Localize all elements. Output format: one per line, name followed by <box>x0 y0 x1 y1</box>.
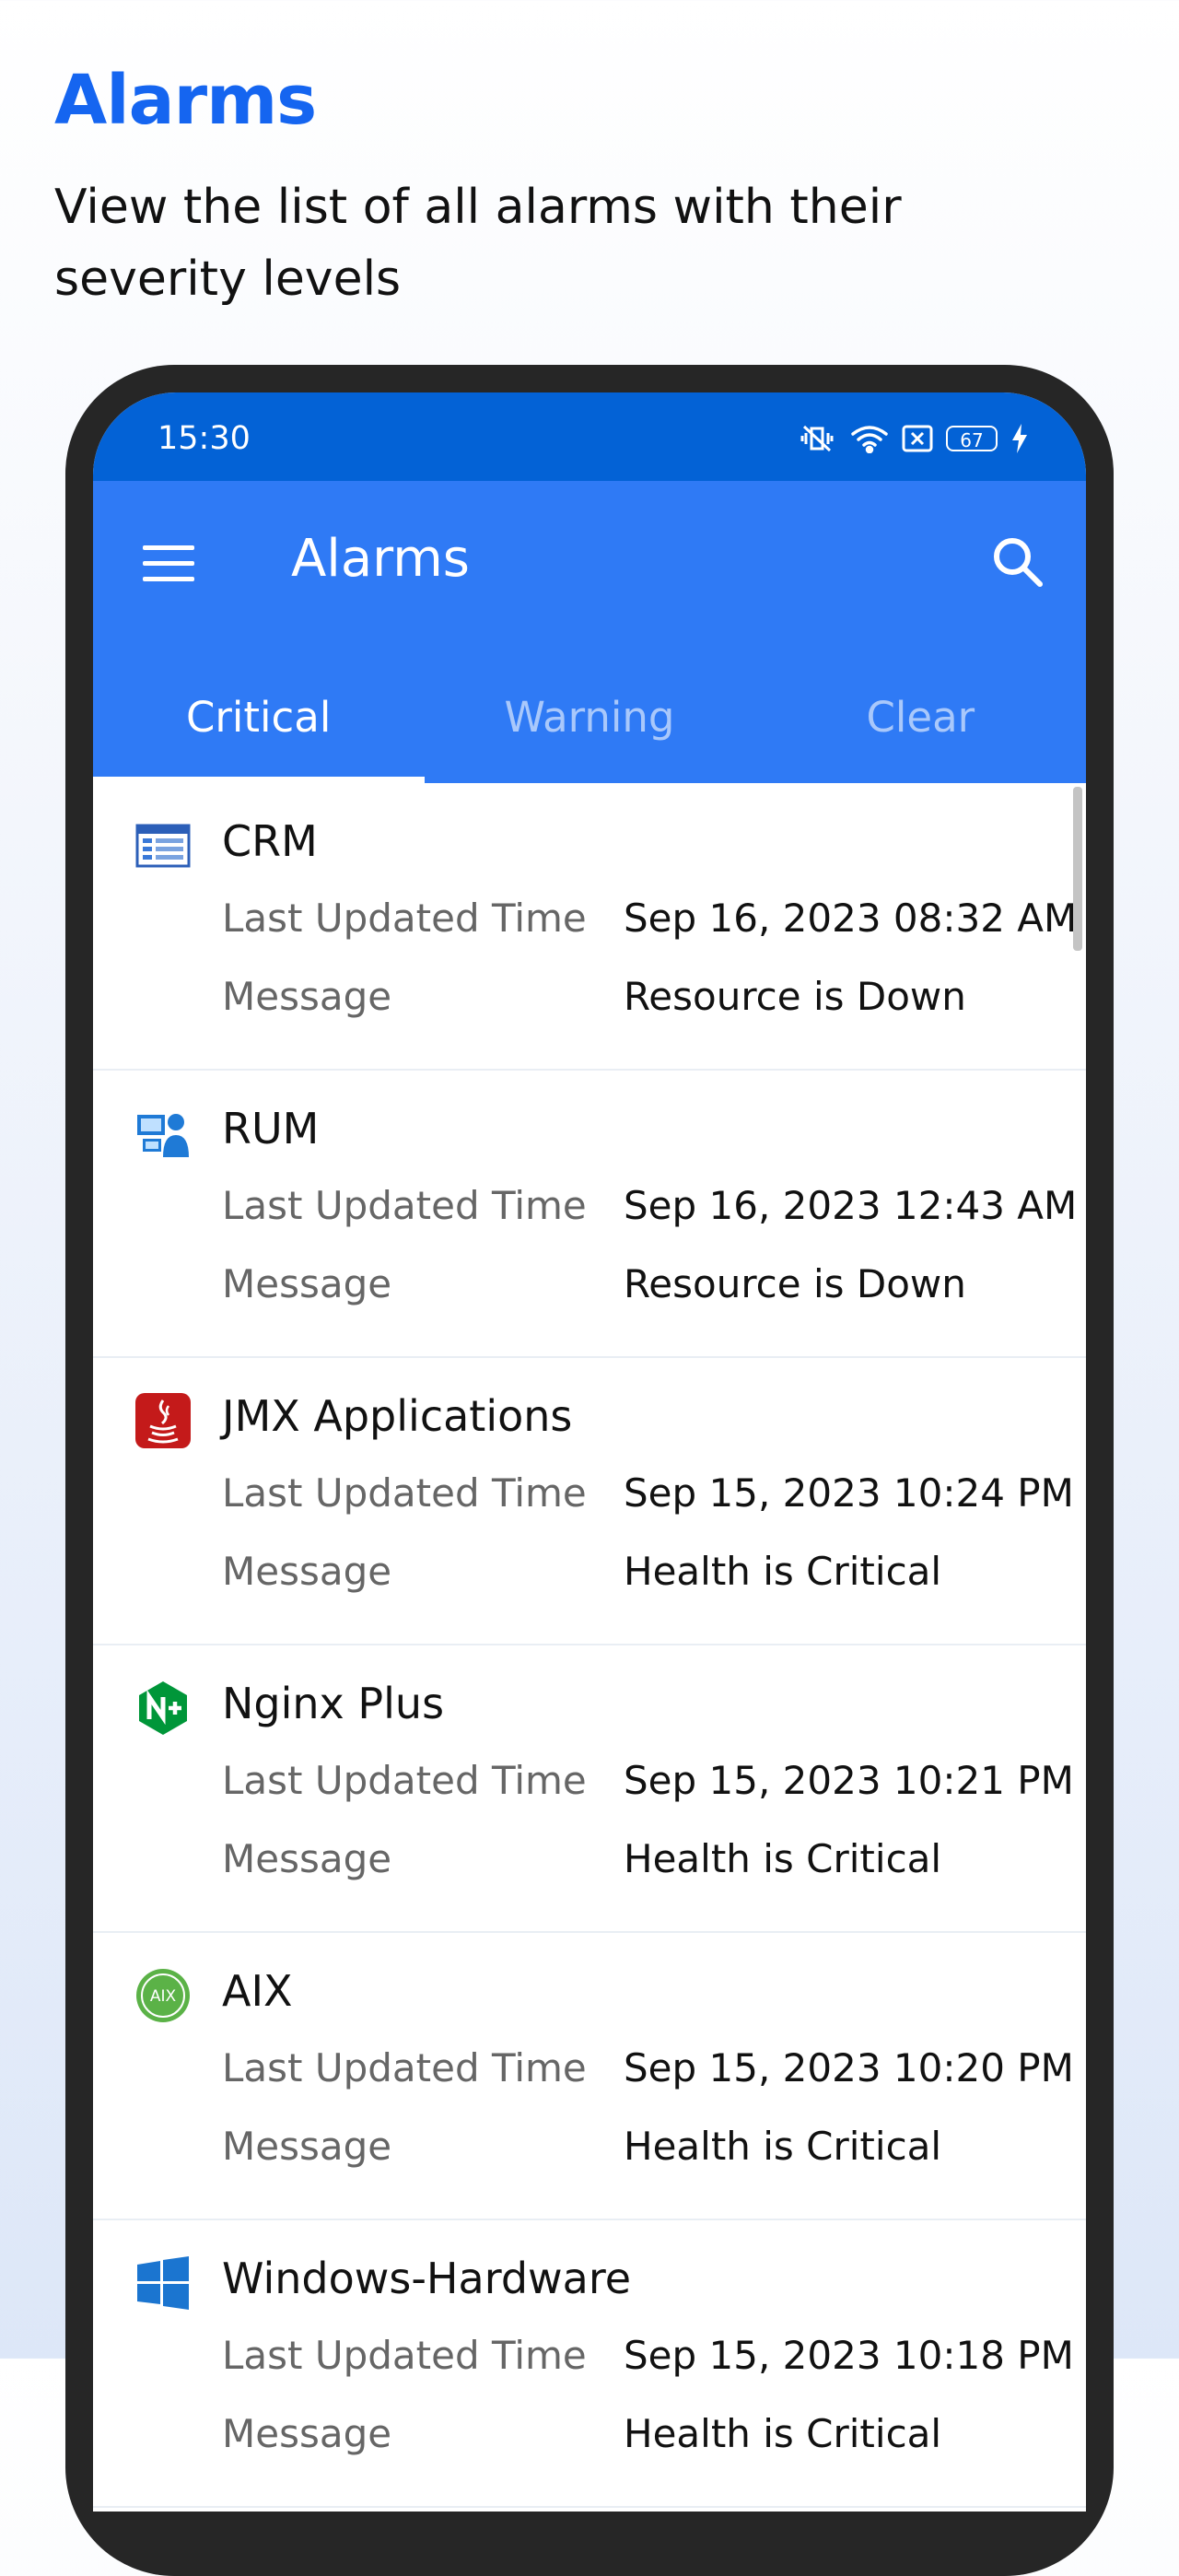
alarm-name: CRM <box>222 816 318 866</box>
message-label: Message <box>222 2411 392 2456</box>
rum-user-icon <box>135 1106 191 1161</box>
message-value: Health is Critical <box>624 2124 942 2169</box>
message-label: Message <box>222 1836 392 1881</box>
hamburger-menu-icon[interactable] <box>139 538 198 590</box>
app-bar: Alarms Critical Warning Clear <box>93 481 1086 783</box>
promo-title: Alarms <box>54 61 317 140</box>
last-updated-value: Sep 16, 2023 08:32 AM <box>624 896 1078 941</box>
alarm-name: JMX Applications <box>222 1391 573 1441</box>
message-value: Health is Critical <box>624 1549 942 1594</box>
last-updated-label: Last Updated Time <box>222 1470 587 1516</box>
message-label: Message <box>222 974 392 1019</box>
last-updated-value: Sep 15, 2023 10:24 PM <box>624 1470 1074 1516</box>
promo-subtitle: View the list of all alarms with their s… <box>54 180 902 307</box>
tab-critical[interactable]: Critical <box>93 676 426 783</box>
aix-icon: AIX <box>135 1968 191 2023</box>
vibrate-off-icon <box>797 423 837 454</box>
last-updated-value: Sep 15, 2023 10:20 PM <box>624 2045 1074 2090</box>
alarm-item-aix[interactable]: AIX AIX Last Updated Time Sep 15, 2023 1… <box>93 1933 1086 2220</box>
alarm-name: AIX <box>222 1966 293 2016</box>
severity-tabs: Critical Warning Clear <box>93 676 1086 783</box>
tab-warning[interactable]: Warning <box>424 676 754 783</box>
alarm-item-crm[interactable]: CRM Last Updated Time Sep 16, 2023 08:32… <box>93 783 1086 1071</box>
wifi-icon <box>850 424 889 453</box>
phone-screen: 15:30 67 Alarms Critical Warning Clear C… <box>93 392 1086 2512</box>
app-bar-title: Alarms <box>291 529 470 589</box>
last-updated-label: Last Updated Time <box>222 2333 587 2378</box>
message-value: Health is Critical <box>624 2411 942 2456</box>
message-label: Message <box>222 2124 392 2169</box>
last-updated-label: Last Updated Time <box>222 1758 587 1803</box>
java-icon <box>135 1393 191 1448</box>
last-updated-value: Sep 15, 2023 10:18 PM <box>624 2333 1074 2378</box>
message-value: Resource is Down <box>624 974 966 1019</box>
crm-table-icon <box>135 818 191 873</box>
alarm-item-rum[interactable]: RUM Last Updated Time Sep 16, 2023 12:43… <box>93 1071 1086 1358</box>
last-updated-label: Last Updated Time <box>222 2045 587 2090</box>
message-value: Health is Critical <box>624 1836 942 1881</box>
last-updated-label: Last Updated Time <box>222 896 587 941</box>
message-label: Message <box>222 1261 392 1306</box>
alarm-item-windows-hardware[interactable]: Windows-Hardware Last Updated Time Sep 1… <box>93 2220 1086 2508</box>
sim-off-icon <box>902 425 933 452</box>
search-icon[interactable] <box>985 529 1051 595</box>
nginx-plus-icon <box>135 1680 191 1736</box>
last-updated-value: Sep 15, 2023 10:21 PM <box>624 1758 1074 1803</box>
tab-clear[interactable]: Clear <box>755 676 1086 783</box>
last-updated-value: Sep 16, 2023 12:43 AM <box>624 1183 1078 1228</box>
alarm-name: Windows-Hardware <box>222 2254 632 2303</box>
status-time: 15:30 <box>158 420 251 457</box>
battery-icon: 67 <box>946 426 998 451</box>
alarm-name: Nginx Plus <box>222 1679 445 1728</box>
message-value: Resource is Down <box>624 1261 966 1306</box>
status-icons: 67 <box>797 420 1029 457</box>
alarm-item-jmx-applications[interactable]: JMX Applications Last Updated Time Sep 1… <box>93 1358 1086 1645</box>
charging-icon <box>1010 423 1029 454</box>
message-label: Message <box>222 1549 392 1594</box>
list-scrollbar[interactable] <box>1073 787 1082 951</box>
alarm-list: CRM Last Updated Time Sep 16, 2023 08:32… <box>93 783 1086 2508</box>
windows-icon <box>135 2255 191 2311</box>
svg-text:AIX: AIX <box>150 1987 177 2006</box>
status-bar: 15:30 67 <box>93 392 1086 481</box>
alarm-item-nginx-plus[interactable]: Nginx Plus Last Updated Time Sep 15, 202… <box>93 1645 1086 1933</box>
last-updated-label: Last Updated Time <box>222 1183 587 1228</box>
alarm-name: RUM <box>222 1104 320 1153</box>
